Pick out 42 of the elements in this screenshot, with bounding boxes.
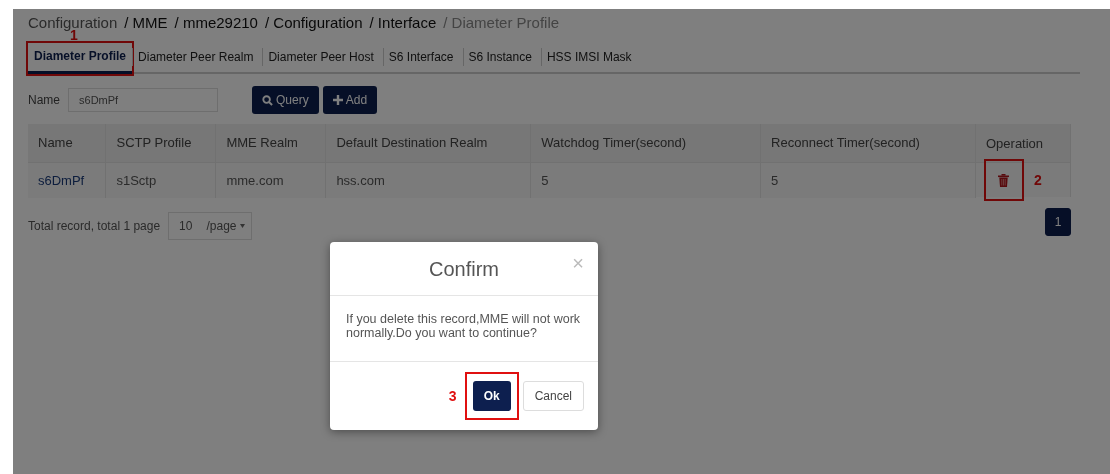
name-label: Name <box>28 93 60 107</box>
caret-icon <box>240 223 246 228</box>
breadcrumb-item[interactable]: / MME <box>124 14 168 31</box>
page-button[interactable]: 1 <box>1045 207 1071 236</box>
search-icon <box>262 94 273 106</box>
add-button[interactable]: Add <box>322 86 378 114</box>
ok-button[interactable]: Ok <box>472 380 511 411</box>
column-header: Name <box>28 124 106 162</box>
tab[interactable]: Diameter Peer Realm <box>132 48 260 66</box>
plus-icon <box>332 95 343 105</box>
callout-number: 2 <box>1034 172 1042 188</box>
column-header: Watchdog Timer(second) <box>530 124 761 162</box>
column-header: Default Destination Realm <box>325 124 531 162</box>
cancel-button[interactable]: Cancel <box>522 380 584 411</box>
tab[interactable]: Diameter Profile <box>28 43 133 74</box>
dialog-title: Confirm <box>429 258 499 280</box>
tab[interactable]: HSS IMSI Mask <box>540 48 638 66</box>
tab[interactable]: Diameter Peer Host <box>262 48 380 66</box>
breadcrumb-item[interactable]: / mme29210 <box>174 14 258 31</box>
table-cell: 5 <box>760 162 976 198</box>
table-cell: hss.com <box>325 162 531 198</box>
breadcrumb-item[interactable]: / Configuration <box>264 14 363 31</box>
tab[interactable]: S6 Interface <box>382 48 460 66</box>
trash-icon <box>998 173 1010 187</box>
column-header: SCTP Profile <box>105 124 216 162</box>
table-cell: s1Sctp <box>105 162 216 198</box>
breadcrumb-item[interactable]: / Diameter Profile <box>443 14 560 31</box>
column-header: Operation <box>975 124 1071 162</box>
record-summary: Total record, total 1 page <box>28 218 161 233</box>
callout-number: 3 <box>448 387 457 404</box>
table-cell: mme.com <box>215 162 326 198</box>
page-size-select[interactable]: 10 /page <box>168 211 253 240</box>
delete-button[interactable] <box>986 161 1022 199</box>
table-cell: s6DmPf <box>28 162 106 198</box>
table-cell: 5 <box>530 162 761 198</box>
breadcrumb-item[interactable]: / Interface <box>369 14 437 31</box>
name-field[interactable]: s6DmPf <box>68 88 218 112</box>
tab[interactable]: S6 Instance <box>462 48 538 66</box>
query-button[interactable]: Query <box>252 86 319 114</box>
dialog-message: If you delete this record,MME will not work normally.Do you want to continue? <box>346 312 582 341</box>
column-header: MME Realm <box>215 124 326 162</box>
column-header: Reconnect Timer(second) <box>760 124 976 162</box>
